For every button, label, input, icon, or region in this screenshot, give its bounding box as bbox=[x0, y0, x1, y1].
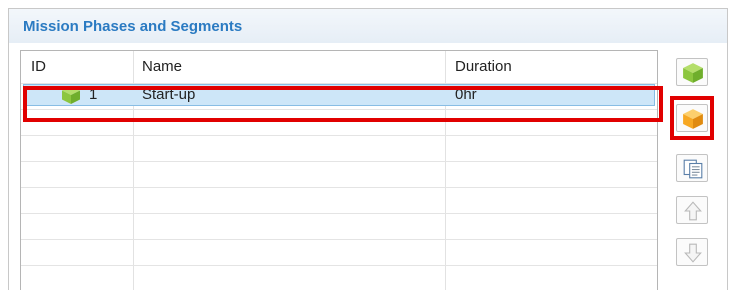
column-header-name[interactable]: Name bbox=[142, 58, 182, 75]
arrow-down-icon bbox=[684, 243, 702, 263]
row-divider bbox=[21, 239, 657, 240]
copy-icon bbox=[683, 159, 703, 179]
row-divider bbox=[21, 161, 657, 162]
row-highlight-box bbox=[23, 86, 663, 122]
table-header: ID Name Duration bbox=[21, 51, 657, 83]
column-header-id[interactable]: ID bbox=[31, 58, 46, 75]
green-cube-icon bbox=[683, 63, 703, 83]
panel-title: Mission Phases and Segments bbox=[23, 18, 243, 35]
panel-header: Mission Phases and Segments bbox=[9, 9, 727, 43]
button-highlight-box bbox=[670, 96, 714, 140]
add-phase-button[interactable] bbox=[676, 58, 708, 86]
column-header-duration[interactable]: Duration bbox=[455, 58, 512, 75]
row-divider bbox=[21, 213, 657, 214]
move-down-button[interactable] bbox=[676, 238, 708, 266]
row-divider bbox=[21, 265, 657, 266]
arrow-up-icon bbox=[684, 201, 702, 221]
row-divider bbox=[21, 187, 657, 188]
row-divider bbox=[21, 135, 657, 136]
copy-button[interactable] bbox=[676, 154, 708, 182]
move-up-button[interactable] bbox=[676, 196, 708, 224]
